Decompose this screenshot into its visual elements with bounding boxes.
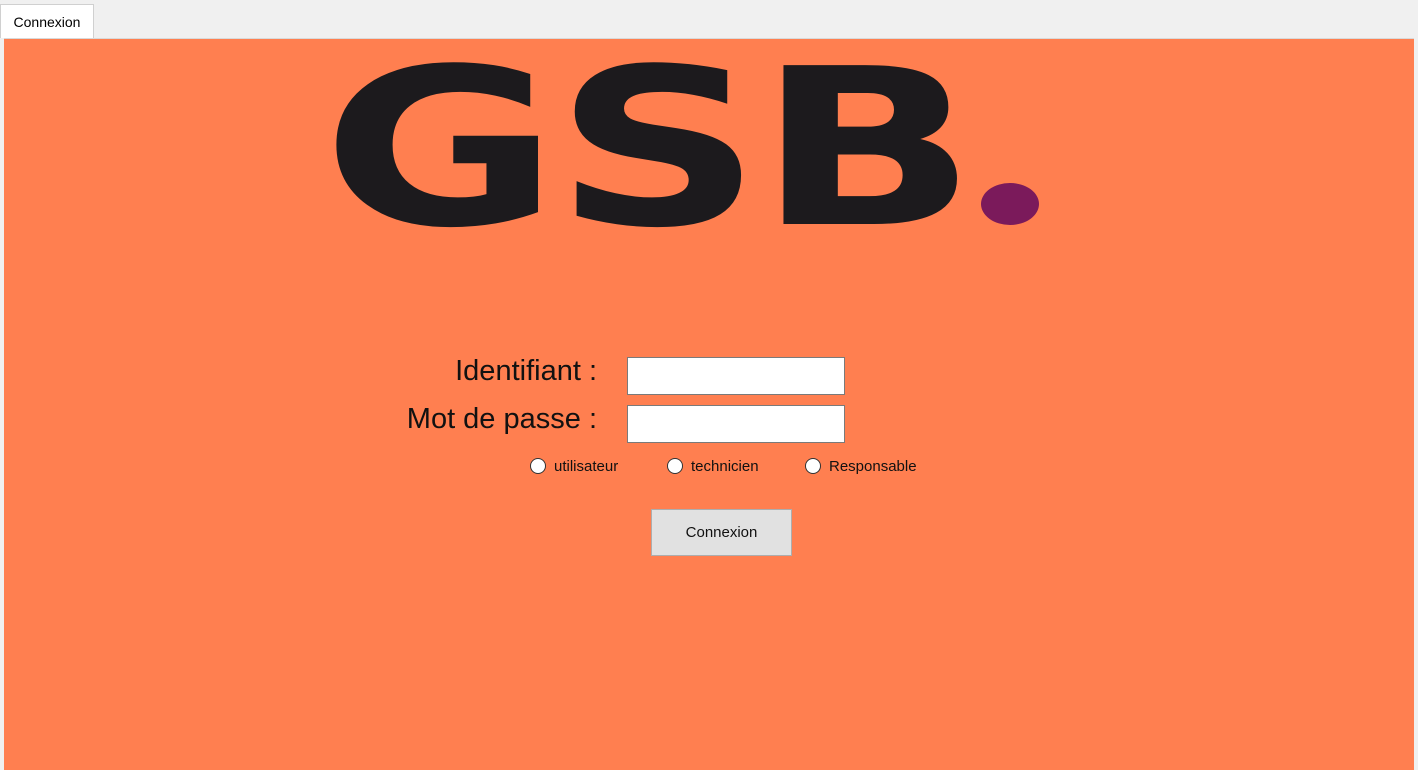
gsb-logo: GSB (322, 47, 1052, 247)
radio-technicien[interactable]: technicien (667, 455, 759, 477)
username-label: Identifiant : (455, 355, 597, 387)
logo-dot (981, 183, 1039, 225)
radio-circle[interactable] (530, 458, 546, 474)
radio-circle[interactable] (805, 458, 821, 474)
radio-label-utilisateur: utilisateur (554, 457, 619, 475)
radio-label-technicien: technicien (691, 457, 759, 475)
password-label: Mot de passe : (406, 403, 597, 435)
connexion-button[interactable]: Connexion (651, 509, 792, 556)
password-input[interactable] (627, 405, 845, 443)
tab-strip: Connexion (0, 0, 1418, 38)
username-input[interactable] (627, 357, 845, 395)
radio-responsable[interactable]: Responsable (805, 455, 917, 477)
radio-label-responsable: Responsable (829, 457, 917, 475)
radio-utilisateur[interactable]: utilisateur (530, 455, 618, 477)
login-panel: GSB Identifiant : Mot de passe : utilisa… (4, 38, 1414, 770)
logo-text: GSB (322, 47, 972, 247)
tab-connexion[interactable]: Connexion (0, 4, 94, 38)
radio-circle[interactable] (667, 458, 683, 474)
